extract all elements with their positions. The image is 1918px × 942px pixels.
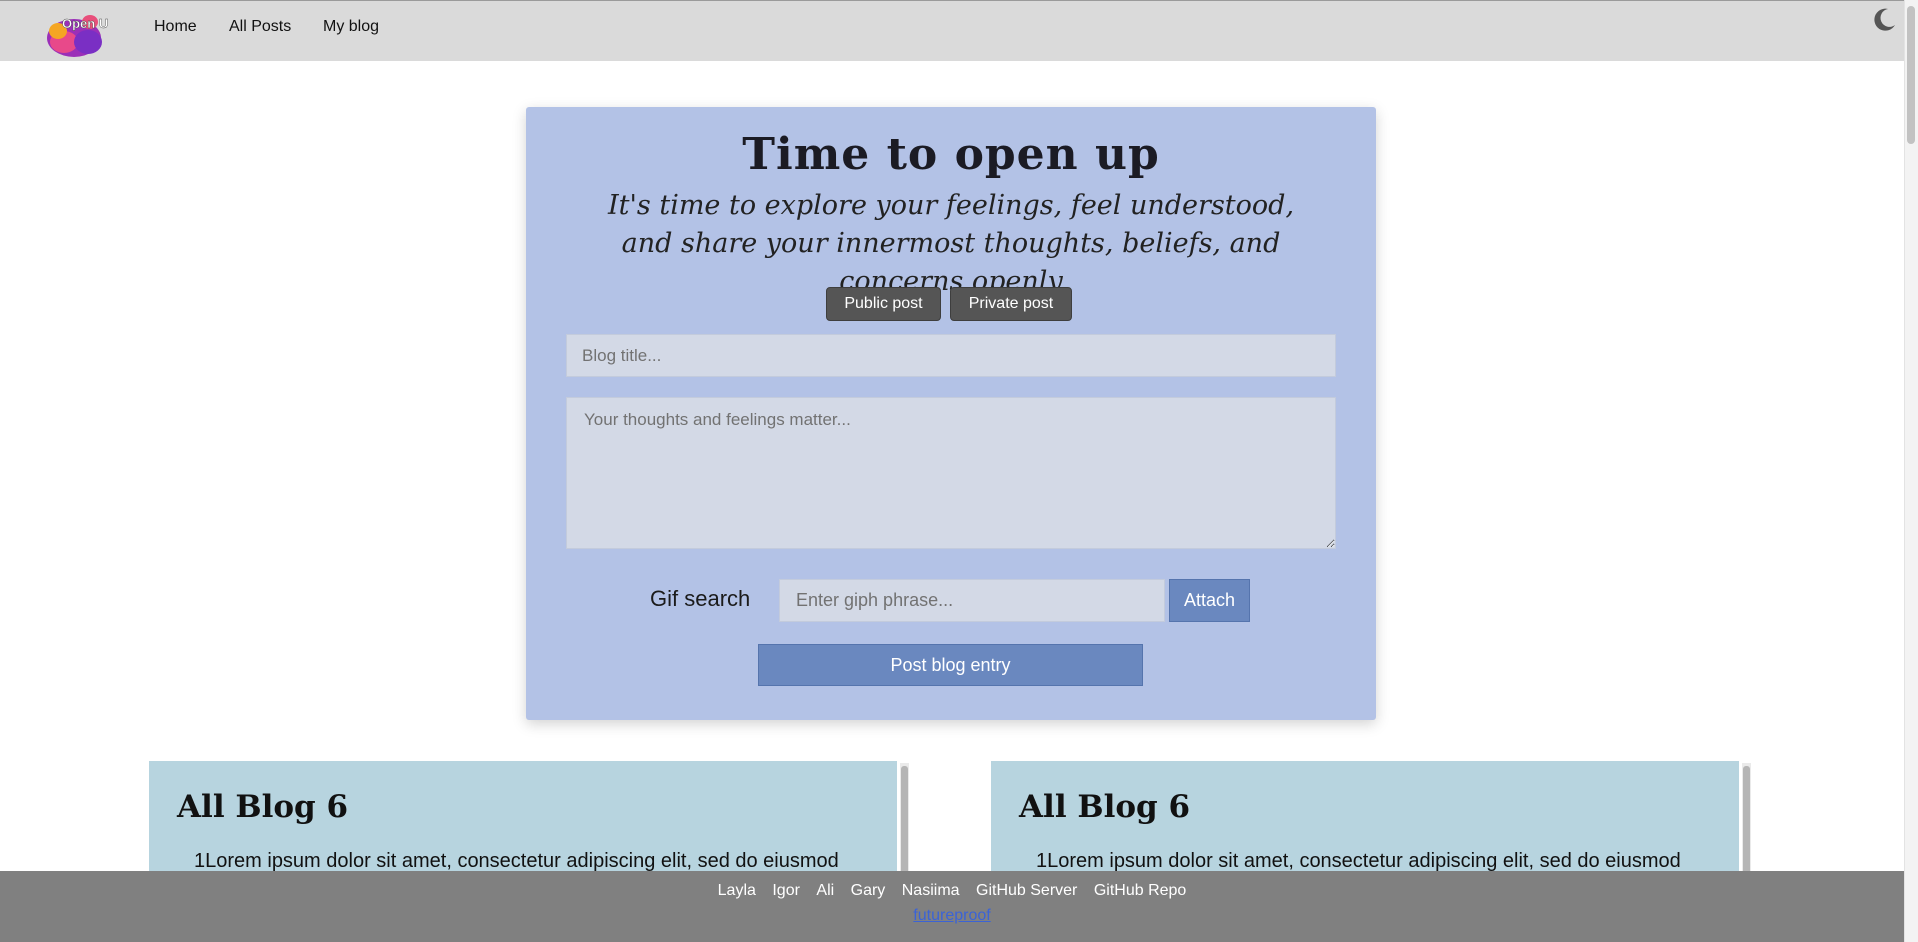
footer: Layla Igor Ali Gary Nasiima GitHub Serve…: [0, 871, 1904, 942]
attach-gif-button[interactable]: Attach: [1169, 579, 1250, 622]
footer-link-github-server[interactable]: GitHub Server: [976, 882, 1077, 900]
composer-subtitle: It's time to explore your feelings, feel…: [607, 190, 1295, 297]
gif-search-input[interactable]: [779, 579, 1165, 622]
svg-text:Open Up: Open Up: [62, 16, 108, 31]
footer-links: Layla Igor Ali Gary Nasiima GitHub Serve…: [0, 882, 1904, 900]
footer-link-layla[interactable]: Layla: [718, 882, 756, 900]
public-post-button[interactable]: Public post: [826, 287, 941, 321]
top-navbar: Open Up Home All Posts My blog: [0, 0, 1904, 61]
nav-link-home[interactable]: Home: [154, 18, 197, 36]
blog-card-body: 1Lorem ipsum dolor sit amet, consectetur…: [1036, 850, 1681, 872]
footer-link-ali[interactable]: Ali: [816, 882, 834, 900]
blog-card-scrollbar-thumb[interactable]: [901, 766, 908, 876]
post-blog-button[interactable]: Post blog entry: [758, 644, 1143, 686]
composer-title: Time to open up: [742, 129, 1160, 180]
page-scrollbar-thumb[interactable]: [1907, 6, 1915, 144]
footer-link-gary[interactable]: Gary: [851, 882, 886, 900]
footer-link-igor[interactable]: Igor: [772, 882, 800, 900]
logo-icon[interactable]: Open Up: [44, 8, 108, 58]
blog-card-heading: All Blog 6: [177, 789, 349, 825]
footer-link-github-repo[interactable]: GitHub Repo: [1094, 882, 1187, 900]
blog-card-heading: All Blog 6: [1019, 789, 1191, 825]
blog-card-body: 1Lorem ipsum dolor sit amet, consectetur…: [194, 850, 839, 872]
blog-card-scrollbar-thumb[interactable]: [1743, 766, 1750, 876]
nav-link-all-posts[interactable]: All Posts: [229, 18, 291, 36]
nav-link-my-blog[interactable]: My blog: [323, 18, 379, 36]
blog-composer: Time to open up It's time to explore you…: [526, 107, 1376, 720]
blog-card: All Blog 6 1Lorem ipsum dolor sit amet, …: [149, 761, 897, 881]
footer-link-nasiima[interactable]: Nasiima: [902, 882, 960, 900]
blog-card: All Blog 6 1Lorem ipsum dolor sit amet, …: [991, 761, 1739, 881]
blog-body-textarea[interactable]: [566, 397, 1336, 549]
gif-search-label: Gif search: [650, 586, 751, 611]
moon-icon[interactable]: [1870, 6, 1898, 34]
blog-title-input[interactable]: [566, 334, 1336, 377]
footer-org-link[interactable]: futureproof: [0, 907, 1904, 925]
private-post-button[interactable]: Private post: [950, 287, 1072, 321]
